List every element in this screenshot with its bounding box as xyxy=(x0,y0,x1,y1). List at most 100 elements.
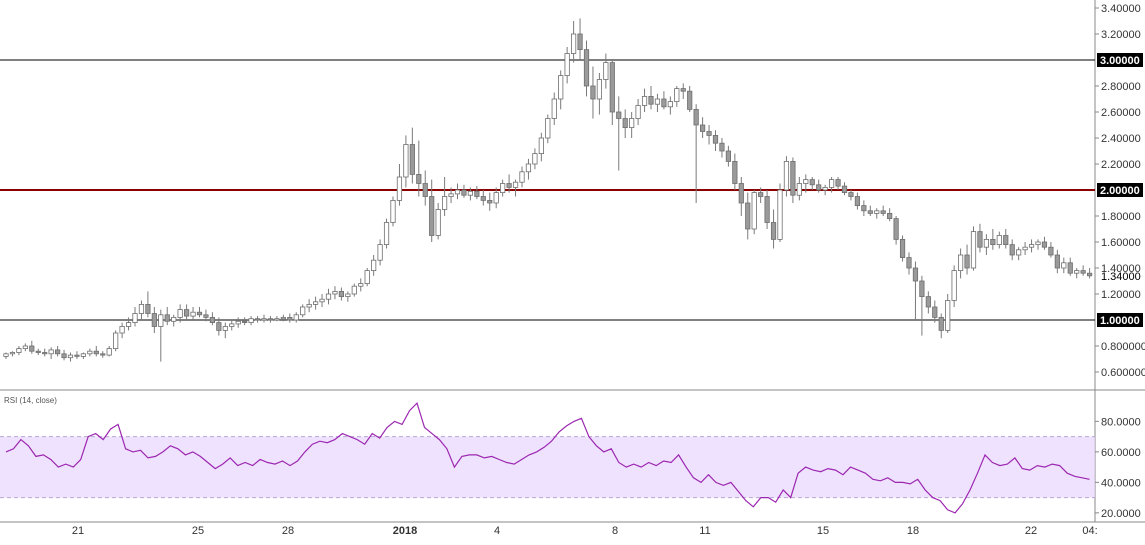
candle-body xyxy=(48,349,54,355)
price-tick-label: 0.800000 xyxy=(1101,341,1145,353)
candle-body xyxy=(267,318,274,321)
candle-body xyxy=(1054,254,1060,269)
candle-body xyxy=(1028,244,1035,248)
candle-body xyxy=(571,33,577,54)
candle-body xyxy=(113,332,119,350)
candle-body xyxy=(693,109,699,126)
price-tick-label: 0.600000 xyxy=(1101,367,1145,379)
candle-body xyxy=(93,350,99,355)
candle-body xyxy=(719,142,725,152)
candle-body xyxy=(958,254,964,272)
candle-body xyxy=(371,259,377,272)
candle-body xyxy=(822,186,828,191)
candle-body xyxy=(1035,241,1041,245)
candle-body xyxy=(261,318,267,321)
candle-body xyxy=(100,353,106,356)
candle-body xyxy=(654,98,661,105)
candle-body xyxy=(525,163,532,173)
candle-body xyxy=(454,189,461,195)
candle-body xyxy=(919,280,925,298)
candle-body xyxy=(35,350,41,353)
candle-body xyxy=(1003,235,1009,245)
candle-body xyxy=(700,124,706,132)
candle-body xyxy=(577,33,583,51)
candle-body xyxy=(409,144,415,175)
candle-body xyxy=(448,193,454,197)
candle-body xyxy=(835,179,841,187)
candle-body xyxy=(880,210,886,214)
candle-body xyxy=(887,212,893,219)
candle-body xyxy=(74,354,80,357)
candle-body xyxy=(461,189,467,196)
candle-body xyxy=(648,96,654,105)
candle-body xyxy=(932,306,938,318)
candle-body xyxy=(861,205,867,212)
price-tick-label: 2.40000 xyxy=(1101,133,1141,145)
candle-body xyxy=(416,173,422,184)
candle-body xyxy=(796,183,802,196)
candle-body xyxy=(158,314,164,327)
candle-body xyxy=(132,313,138,324)
candle-body xyxy=(738,183,744,204)
candle-body xyxy=(616,111,622,119)
candle-body xyxy=(532,153,538,165)
candle-body xyxy=(383,222,390,246)
candle-body xyxy=(125,322,132,327)
candle-body xyxy=(758,192,764,197)
price-tick-label: 2.20000 xyxy=(1101,159,1141,171)
candle-body xyxy=(274,318,280,321)
candle-body xyxy=(351,285,357,295)
candle-body xyxy=(641,96,648,106)
candle-body xyxy=(983,238,990,248)
candle-body xyxy=(332,290,338,295)
time-tick-label: 28 xyxy=(282,525,294,537)
candle-body xyxy=(783,160,790,191)
candle-body xyxy=(841,185,848,194)
candle-body xyxy=(3,353,9,357)
candle-body xyxy=(680,88,686,92)
candle-body xyxy=(164,314,170,322)
candle-body xyxy=(938,316,944,331)
candle-body xyxy=(364,270,370,285)
candle-body xyxy=(171,316,177,322)
candle-body xyxy=(519,171,525,183)
candle-body xyxy=(725,150,732,162)
candle-body xyxy=(777,189,783,240)
chart-canvas: 3.40000 3.20000 2.80000 2.60000 2.40000 2.200… xyxy=(0,0,1145,540)
candle-body xyxy=(190,311,196,317)
candle-body xyxy=(396,176,403,201)
candle-body xyxy=(970,231,977,269)
candle-body xyxy=(603,62,609,80)
candle-body xyxy=(1022,246,1028,251)
candle-body xyxy=(996,235,1002,245)
time-tick-label: 18 xyxy=(907,525,919,537)
candle-body xyxy=(964,254,970,269)
candle-body xyxy=(29,345,35,352)
candle-body xyxy=(441,196,448,210)
candle-body xyxy=(9,352,16,355)
last-price-label: 1.34000 xyxy=(1101,271,1141,283)
candle-body xyxy=(674,88,680,102)
candle-body xyxy=(493,192,499,204)
candle-body xyxy=(854,196,861,206)
time-tick-label: 8 xyxy=(612,525,618,537)
candle-body xyxy=(951,270,957,301)
candle-body xyxy=(1080,270,1086,274)
level-badge-label: 1.00000 xyxy=(1100,315,1140,327)
candle-body xyxy=(229,323,235,327)
candle-body xyxy=(945,300,951,331)
candle-body xyxy=(22,345,28,349)
candle-body xyxy=(196,311,203,316)
candle-body xyxy=(177,309,183,318)
candle-body xyxy=(435,209,441,236)
candle-body xyxy=(55,349,61,355)
candle-body xyxy=(222,326,228,331)
candle-body xyxy=(119,326,125,334)
price-tick-label: 1.20000 xyxy=(1101,289,1141,301)
price-tick-label: 2.60000 xyxy=(1101,107,1141,119)
candle-body xyxy=(422,183,428,197)
level-badge-label: 3.00000 xyxy=(1100,55,1140,67)
candle-body xyxy=(1087,272,1093,277)
candle-body xyxy=(145,303,151,314)
candle-body xyxy=(216,322,222,331)
